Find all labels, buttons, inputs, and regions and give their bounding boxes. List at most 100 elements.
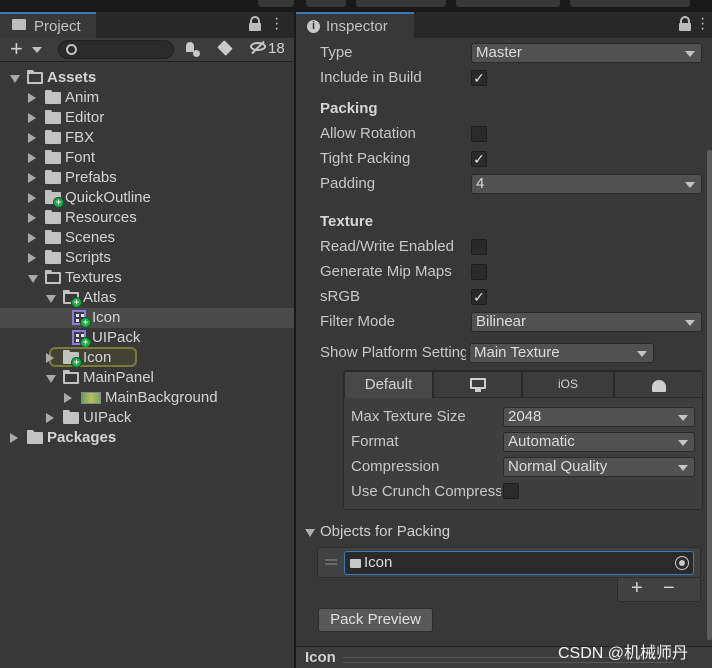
hidden-packages-count: 18 (268, 40, 285, 57)
include-in-build-checkbox[interactable]: ✓ (471, 70, 487, 86)
tab-default[interactable]: Default (344, 371, 433, 398)
compression-value: Normal Quality (508, 458, 608, 475)
max-texture-size-value: 2048 (508, 408, 542, 425)
filter-mode-label: Filter Mode (320, 313, 396, 330)
objects-for-packing-header[interactable]: Objects for Packing (320, 523, 450, 540)
object-field[interactable]: Icon (344, 551, 694, 575)
texture-icon (81, 392, 101, 404)
tree-item[interactable]: Font (0, 148, 294, 168)
folder-icon (45, 130, 61, 144)
srgb-checkbox[interactable]: ✓ (471, 289, 487, 305)
pack-preview-button[interactable]: Pack Preview (318, 608, 433, 632)
toolbar-button[interactable] (456, 0, 560, 7)
inspector-scrollbar[interactable] (707, 150, 712, 640)
toolbar-button[interactable] (570, 0, 690, 7)
tab-standalone[interactable] (433, 371, 522, 398)
toolbar-button[interactable] (258, 0, 294, 7)
tab-inspector[interactable]: i Inspector (296, 12, 414, 38)
tab-android[interactable] (614, 371, 703, 398)
chevron-right-icon[interactable] (28, 133, 36, 143)
added-badge-icon: + (71, 297, 82, 308)
toolbar-button[interactable] (356, 0, 446, 7)
chevron-right-icon[interactable] (28, 193, 36, 203)
platform-settings-dropdown[interactable]: Main Texture (469, 343, 654, 363)
chevron-right-icon[interactable] (28, 233, 36, 243)
format-dropdown[interactable]: Automatic (503, 432, 695, 452)
allow-rotation-label: Allow Rotation (320, 125, 416, 142)
tree-item[interactable]: Prefabs (0, 168, 294, 188)
panel-menu-icon[interactable]: · · · (700, 11, 705, 37)
chevron-down-icon[interactable] (46, 375, 56, 383)
object-field-value: Icon (364, 554, 393, 571)
padding-dropdown[interactable]: 4 (471, 174, 702, 194)
compression-label: Compression (351, 458, 440, 475)
drag-handle-icon[interactable] (325, 559, 337, 561)
chevron-down-icon[interactable] (32, 47, 42, 53)
tree-item[interactable]: Resources (0, 208, 294, 228)
tree-item[interactable]: Scripts (0, 248, 294, 268)
tree-item-label: Scripts (65, 249, 111, 266)
chevron-down-icon[interactable] (28, 275, 38, 283)
chevron-right-icon[interactable] (28, 253, 36, 263)
monitor-stand (475, 389, 481, 392)
type-dropdown[interactable]: Master (471, 43, 702, 63)
folder-icon (12, 19, 26, 30)
chevron-right-icon[interactable] (28, 113, 36, 123)
toolbar-button[interactable] (306, 0, 346, 7)
tab-project[interactable]: Project (0, 12, 96, 38)
tree-item[interactable]: + Atlas (0, 288, 294, 308)
tree-item[interactable]: Scenes (0, 228, 294, 248)
chevron-right-icon[interactable] (64, 393, 72, 403)
monitor-icon (470, 378, 486, 389)
generate-mip-maps-checkbox[interactable] (471, 264, 487, 280)
chevron-down-icon[interactable] (305, 529, 315, 537)
chevron-right-icon[interactable] (46, 413, 54, 423)
object-picker-icon[interactable] (675, 556, 689, 570)
tree-item[interactable]: Packages (0, 428, 294, 448)
include-in-build-label: Include in Build (320, 69, 422, 86)
tree-item[interactable]: FBX (0, 128, 294, 148)
chevron-right-icon[interactable] (28, 213, 36, 223)
compression-dropdown[interactable]: Normal Quality (503, 457, 695, 477)
folder-icon (45, 210, 61, 224)
tree-item[interactable]: Textures (0, 268, 294, 288)
chevron-down-icon (678, 415, 688, 421)
tree-item-label: Packages (47, 429, 117, 446)
tree-item[interactable]: + UIPack (0, 328, 294, 348)
use-crunch-checkbox[interactable] (503, 483, 519, 499)
remove-item-button[interactable]: − (663, 577, 675, 600)
create-plus-icon[interactable]: + (10, 38, 23, 60)
tab-ios[interactable]: iOS (522, 371, 614, 398)
tree-item-label: Resources (65, 209, 137, 226)
chevron-down-icon (678, 440, 688, 446)
allow-rotation-checkbox[interactable] (471, 126, 487, 142)
tree-item[interactable]: + QuickOutline (0, 188, 294, 208)
filter-mode-dropdown[interactable]: Bilinear (471, 312, 702, 332)
tree-item-label: UIPack (92, 329, 141, 346)
chevron-right-icon[interactable] (28, 93, 36, 103)
tree-item[interactable]: MainBackground (0, 388, 294, 408)
tree-item[interactable]: + Icon (0, 308, 294, 328)
chevron-down-icon[interactable] (10, 75, 20, 83)
watermark: CSDN @机械师丹 (558, 645, 689, 662)
tree-item[interactable]: Assets (0, 68, 294, 88)
search-input[interactable] (58, 40, 174, 59)
format-value: Automatic (508, 433, 575, 450)
chevron-right-icon[interactable] (28, 173, 36, 183)
max-texture-size-dropdown[interactable]: 2048 (503, 407, 695, 427)
tree-item[interactable]: + Icon (0, 347, 294, 368)
chevron-right-icon[interactable] (28, 153, 36, 163)
tree-item[interactable]: Editor (0, 108, 294, 128)
chevron-down-icon[interactable] (46, 295, 56, 303)
read-write-checkbox[interactable] (471, 239, 487, 255)
tree-item[interactable]: MainPanel (0, 368, 294, 388)
panel-menu-icon[interactable]: · · · (274, 11, 279, 37)
add-item-button[interactable]: + (631, 577, 643, 600)
tree-item[interactable]: Anim (0, 88, 294, 108)
tight-packing-checkbox[interactable]: ✓ (471, 151, 487, 167)
tree-item[interactable]: UIPack (0, 408, 294, 428)
tight-packing-label: Tight Packing (320, 150, 411, 167)
pack-preview-label: Pack Preview (330, 611, 421, 628)
chevron-right-icon[interactable] (46, 353, 54, 363)
chevron-right-icon[interactable] (10, 433, 18, 443)
